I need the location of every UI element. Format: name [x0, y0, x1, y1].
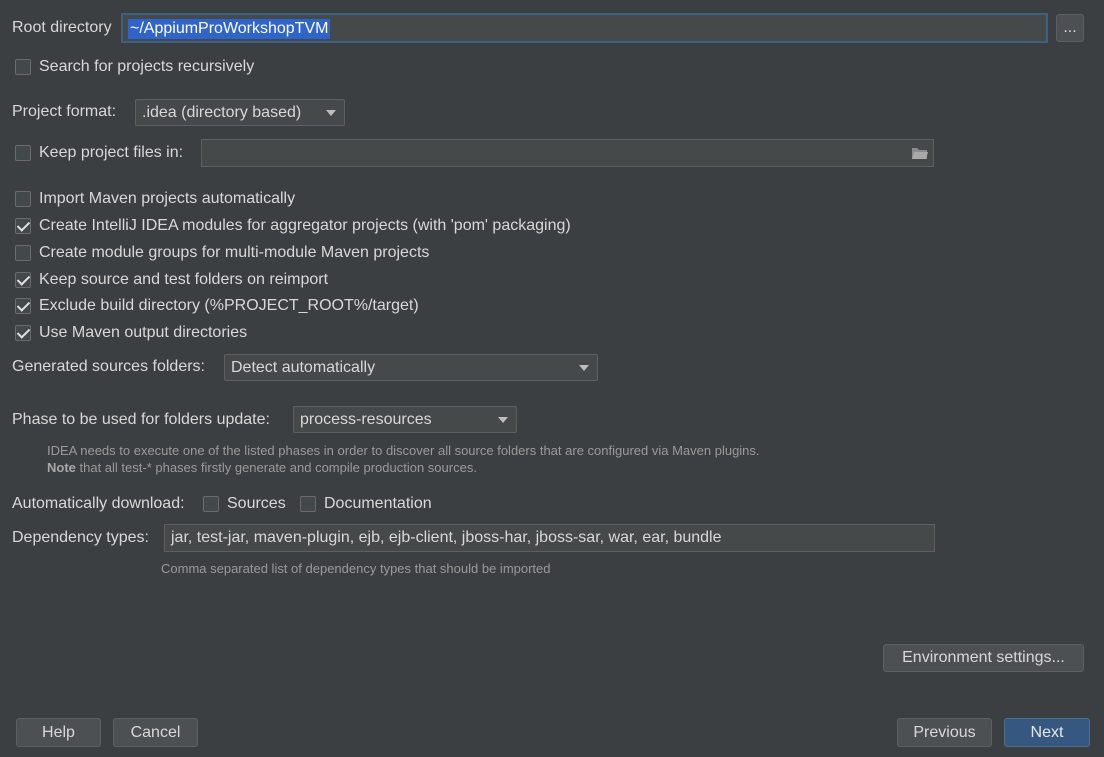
option-1-label: Create IntelliJ IDEA modules for aggrega…	[39, 217, 571, 234]
dependency-types-label: Dependency types:	[12, 529, 149, 546]
chevron-down-icon	[498, 417, 508, 423]
phase-hint-line1: IDEA needs to execute one of the listed …	[47, 443, 760, 458]
option-3-checkbox[interactable]	[15, 272, 31, 288]
project-format-value: .idea (directory based)	[142, 104, 302, 121]
option-0-label: Import Maven projects automatically	[39, 190, 296, 207]
documentation-label: Documentation	[324, 495, 432, 512]
phase-select[interactable]: process-resources	[293, 406, 517, 433]
keep-files-label: Keep project files in:	[39, 144, 184, 161]
option-2-label: Create module groups for multi-module Ma…	[39, 244, 430, 261]
next-button[interactable]: Next	[1004, 718, 1090, 747]
root-directory-value: ~/AppiumProWorkshopTVM	[128, 19, 331, 39]
sources-checkbox[interactable]	[203, 496, 219, 512]
option-1-checkbox[interactable]	[15, 218, 31, 234]
sources-label: Sources	[227, 495, 286, 512]
phase-hint-note: Note	[47, 460, 76, 475]
option-0-checkbox[interactable]	[15, 191, 31, 207]
generated-sources-select[interactable]: Detect automatically	[224, 354, 598, 381]
phase-value: process-resources	[300, 411, 432, 428]
search-recursive-label: Search for projects recursively	[39, 58, 255, 75]
dependency-types-value: jar, test-jar, maven-plugin, ejb, ejb-cl…	[171, 529, 722, 546]
option-4-checkbox[interactable]	[15, 298, 31, 314]
root-directory-label: Root directory	[12, 19, 112, 36]
root-directory-input[interactable]: ~/AppiumProWorkshopTVM	[121, 13, 1048, 43]
environment-settings-button[interactable]: Environment settings...	[883, 644, 1084, 672]
search-recursive-checkbox[interactable]	[15, 59, 31, 75]
generated-sources-label: Generated sources folders:	[12, 358, 205, 375]
auto-download-label: Automatically download:	[12, 495, 185, 512]
dependency-types-input[interactable]: jar, test-jar, maven-plugin, ejb, ejb-cl…	[164, 524, 935, 552]
option-2-checkbox[interactable]	[15, 245, 31, 261]
documentation-checkbox[interactable]	[300, 496, 316, 512]
option-4-label: Exclude build directory (%PROJECT_ROOT%/…	[39, 297, 419, 314]
option-3-label: Keep source and test folders on reimport	[39, 271, 329, 288]
project-format-label: Project format:	[12, 103, 117, 120]
help-button[interactable]: Help	[16, 718, 101, 747]
chevron-down-icon	[579, 365, 589, 371]
option-5-label: Use Maven output directories	[39, 324, 248, 341]
project-format-select[interactable]: .idea (directory based)	[135, 99, 345, 126]
cancel-button[interactable]: Cancel	[113, 718, 198, 747]
phase-hint-line2: Note that all test-* phases firstly gene…	[47, 460, 477, 475]
phase-label: Phase to be used for folders update:	[12, 411, 270, 428]
phase-hint-text: that all test-* phases firstly generate …	[75, 460, 477, 475]
previous-button[interactable]: Previous	[897, 718, 992, 747]
generated-sources-value: Detect automatically	[231, 359, 376, 376]
keep-files-input[interactable]	[201, 139, 934, 167]
chevron-down-icon	[326, 110, 336, 116]
browse-root-button[interactable]: ...	[1056, 14, 1084, 42]
dependency-types-hint: Comma separated list of dependency types…	[161, 561, 551, 576]
folder-icon[interactable]	[911, 145, 929, 166]
keep-files-checkbox[interactable]	[15, 145, 31, 161]
option-5-checkbox[interactable]	[15, 325, 31, 341]
